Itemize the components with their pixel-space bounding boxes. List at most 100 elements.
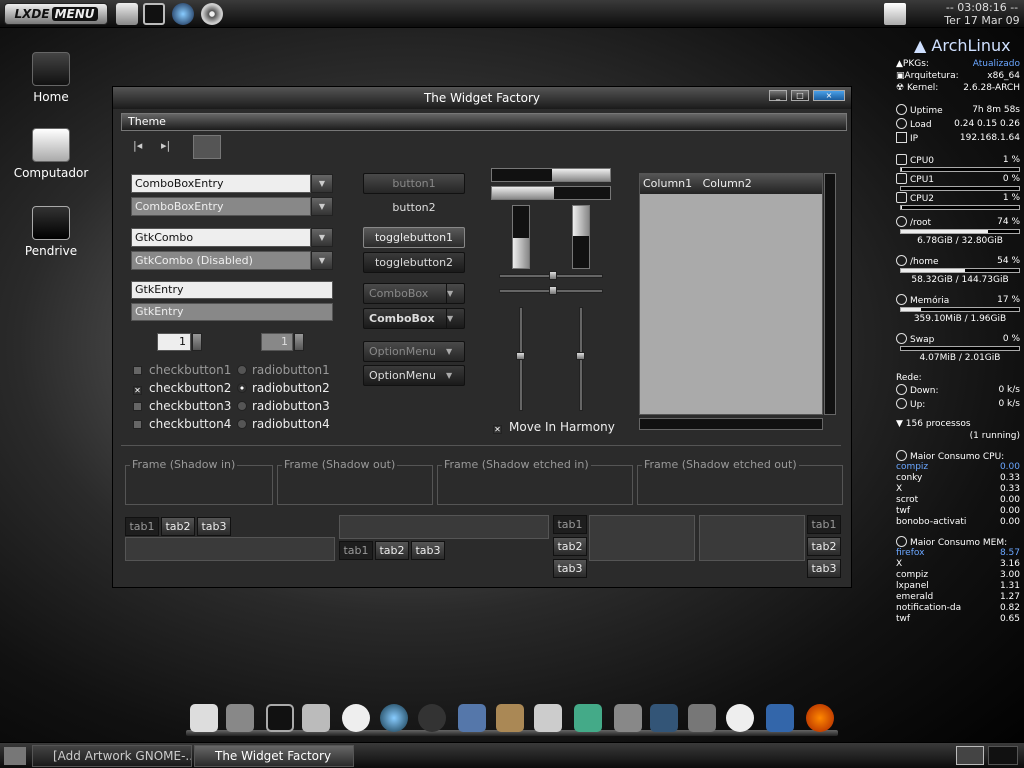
comboboxentry-1[interactable]: ComboBoxEntry bbox=[131, 174, 311, 193]
radiobutton-3[interactable]: radiobutton3 bbox=[237, 399, 330, 413]
spinbutton-2: 1 bbox=[261, 333, 293, 351]
tab-2[interactable]: tab2 bbox=[553, 537, 587, 556]
treeview[interactable]: Column1 Column2 bbox=[639, 173, 823, 415]
gtkentry[interactable]: GtkEntry bbox=[131, 281, 333, 299]
clock[interactable]: -- 03:08:16 -- Ter 17 Mar 09 bbox=[940, 0, 1024, 28]
widget-factory-window: The Widget Factory _ □ × Theme |◂ ▸| Com… bbox=[112, 86, 852, 588]
file-manager-icon[interactable] bbox=[302, 704, 330, 732]
workspace-pager-2[interactable] bbox=[988, 746, 1018, 765]
show-desktop-icon[interactable] bbox=[4, 747, 26, 765]
hscale-knob[interactable] bbox=[549, 286, 557, 295]
optionmenu-1[interactable]: OptionMenu ▼ bbox=[363, 341, 465, 362]
tab-3[interactable]: tab3 bbox=[553, 559, 587, 578]
gtkentry-disabled: GtkEntry bbox=[131, 303, 333, 321]
last-icon[interactable]: ▸| bbox=[161, 139, 181, 155]
column-header-2[interactable]: Column2 bbox=[703, 177, 752, 190]
package-icon[interactable] bbox=[614, 704, 642, 732]
checkbutton-1[interactable]: checkbutton1 bbox=[133, 363, 231, 377]
messenger-icon[interactable] bbox=[574, 704, 602, 732]
home-icon[interactable] bbox=[190, 704, 218, 732]
radiobutton-2[interactable]: radiobutton2 bbox=[237, 381, 330, 395]
first-icon[interactable]: |◂ bbox=[133, 139, 153, 155]
gtkcombo[interactable]: GtkCombo bbox=[131, 228, 311, 247]
conky-cpu-top-title: Maior Consumo CPU: bbox=[896, 450, 1024, 462]
chevron-down-icon[interactable]: ▼ bbox=[311, 197, 333, 216]
hscale-knob[interactable] bbox=[549, 271, 557, 280]
desktop-icon-pendrive[interactable]: Pendrive bbox=[11, 206, 91, 258]
close-button[interactable]: × bbox=[813, 90, 845, 101]
transmission-icon[interactable] bbox=[418, 704, 446, 732]
camera-icon[interactable] bbox=[688, 704, 716, 732]
chevron-down-icon[interactable]: ▼ bbox=[311, 174, 333, 193]
tab-label: tab2 bbox=[165, 520, 191, 533]
tab-3[interactable]: tab3 bbox=[807, 559, 841, 578]
tab-1[interactable]: tab1 bbox=[125, 517, 159, 536]
cpu-label: CPU1 bbox=[910, 175, 935, 185]
combobox-1[interactable]: ComboBox ▼ bbox=[363, 283, 465, 304]
maximize-button[interactable]: □ bbox=[791, 90, 809, 101]
optionmenu-2[interactable]: OptionMenu ▼ bbox=[363, 365, 465, 386]
disc-icon[interactable] bbox=[201, 3, 223, 25]
combobox-2[interactable]: ComboBox ▼ bbox=[363, 308, 465, 329]
tools-icon[interactable] bbox=[226, 704, 254, 732]
conky-brand: ▲ ArchLinux bbox=[896, 36, 1024, 58]
menu-theme[interactable]: Theme bbox=[128, 115, 166, 128]
comboboxentry-2[interactable]: ComboBoxEntry bbox=[131, 197, 311, 216]
vertical-scrollbar[interactable] bbox=[824, 173, 836, 415]
terminal-icon[interactable] bbox=[266, 704, 294, 732]
chevron-down-icon[interactable]: ▼ bbox=[311, 228, 333, 247]
taskbar-item-1[interactable]: [Add Artwork GNOME-... bbox=[32, 745, 192, 767]
spinbutton-1[interactable]: 1 bbox=[157, 333, 191, 351]
tab-3[interactable]: tab3 bbox=[411, 541, 445, 560]
tab-1[interactable]: tab1 bbox=[807, 515, 841, 534]
cpu-icon bbox=[896, 192, 907, 203]
conky-arch: ▣Arquitetura: x86_64 bbox=[896, 70, 1024, 82]
tab-2[interactable]: tab2 bbox=[807, 537, 841, 556]
settings-icon[interactable] bbox=[193, 135, 221, 159]
mail-icon[interactable] bbox=[458, 704, 486, 732]
minimize-button[interactable]: _ bbox=[769, 90, 787, 101]
play-icon[interactable] bbox=[726, 704, 754, 732]
radio-label: radiobutton1 bbox=[252, 363, 330, 377]
taskbar-item-2[interactable]: The Widget Factory bbox=[194, 745, 354, 767]
togglebutton-2[interactable]: togglebutton2 bbox=[363, 252, 465, 273]
button-2[interactable]: button2 bbox=[363, 197, 465, 218]
move-in-harmony-check[interactable]: ✕ Move In Harmony bbox=[493, 420, 615, 434]
button-1[interactable]: button1 bbox=[363, 173, 465, 194]
tab-2[interactable]: tab2 bbox=[375, 541, 409, 560]
spin-arrows-icon[interactable] bbox=[192, 333, 202, 351]
tab-2[interactable]: tab2 bbox=[161, 517, 195, 536]
home-icon[interactable] bbox=[116, 3, 138, 25]
checkbutton-4[interactable]: checkbutton4 bbox=[133, 417, 231, 431]
disk-icon bbox=[896, 255, 907, 266]
workspace-pager[interactable] bbox=[956, 746, 984, 765]
desktop-icon-home[interactable]: Home bbox=[11, 52, 91, 104]
radiobutton-1[interactable]: radiobutton1 bbox=[237, 363, 330, 377]
browser-icon[interactable] bbox=[172, 3, 194, 25]
arrow-up-icon bbox=[896, 450, 907, 461]
horizontal-scrollbar[interactable] bbox=[639, 418, 823, 430]
office-icon[interactable] bbox=[650, 704, 678, 732]
editor-icon[interactable] bbox=[534, 704, 562, 732]
checkbutton-3[interactable]: checkbutton3 bbox=[133, 399, 231, 413]
skull-icon[interactable] bbox=[342, 704, 370, 732]
tab-3[interactable]: tab3 bbox=[197, 517, 231, 536]
window-title: The Widget Factory bbox=[423, 91, 541, 105]
firefox-icon[interactable] bbox=[806, 704, 834, 732]
music-icon[interactable] bbox=[766, 704, 794, 732]
lxde-menu-button[interactable]: LXDE MENU bbox=[4, 3, 108, 25]
tab-1[interactable]: tab1 bbox=[339, 541, 373, 560]
desktop-icon-computer[interactable]: Computador bbox=[11, 128, 91, 180]
browser-icon[interactable] bbox=[380, 704, 408, 732]
clipboard-icon[interactable] bbox=[884, 3, 906, 25]
gimp-icon[interactable] bbox=[496, 704, 524, 732]
terminal-icon[interactable] bbox=[143, 3, 165, 25]
tab-1[interactable]: tab1 bbox=[553, 515, 587, 534]
column-header-1[interactable]: Column1 bbox=[643, 177, 692, 190]
vscale-knob[interactable] bbox=[576, 352, 585, 360]
radiobutton-4[interactable]: radiobutton4 bbox=[237, 417, 330, 431]
togglebutton-1[interactable]: togglebutton1 bbox=[363, 227, 465, 248]
checkbutton-2[interactable]: ✕ checkbutton2 bbox=[133, 381, 231, 395]
window-titlebar[interactable]: The Widget Factory bbox=[113, 87, 851, 109]
vscale-knob[interactable] bbox=[516, 352, 525, 360]
